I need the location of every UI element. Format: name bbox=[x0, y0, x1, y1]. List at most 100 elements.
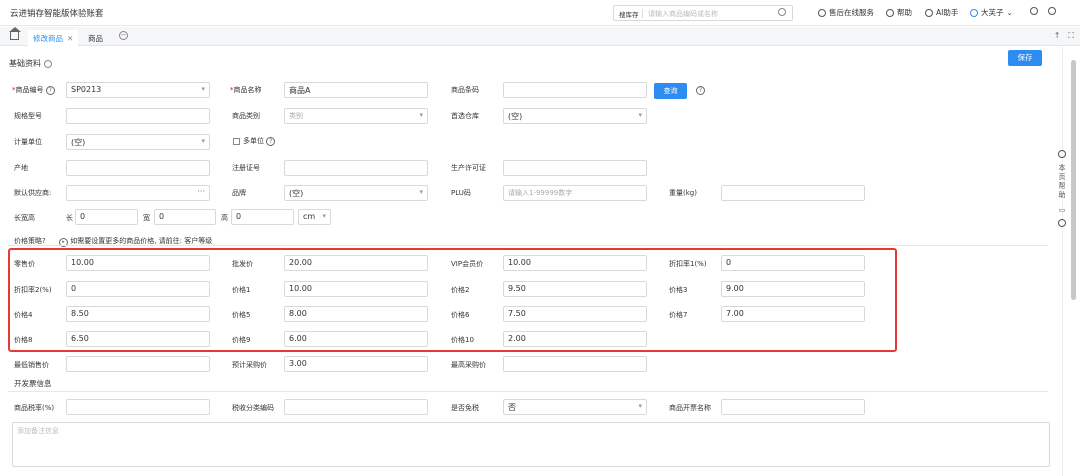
plu-label: PLU码 bbox=[451, 189, 471, 197]
price-input[interactable]: 0 bbox=[721, 255, 865, 271]
price-label: VIP会员价 bbox=[451, 260, 484, 268]
search-box[interactable]: 搜库存 请输入商品编码或名称 bbox=[613, 5, 793, 21]
dimension-unit-select[interactable]: cm bbox=[298, 209, 331, 225]
help-icon[interactable]: ? bbox=[696, 86, 705, 95]
price-input[interactable]: 8.50 bbox=[66, 306, 210, 322]
price-label: 价格6 bbox=[451, 311, 470, 319]
supplier-picker[interactable] bbox=[66, 185, 210, 201]
barcode-label: 商品条码 bbox=[451, 86, 479, 94]
close-circle-icon[interactable] bbox=[1058, 219, 1066, 227]
multi-unit-checkbox[interactable] bbox=[233, 138, 240, 145]
page-help[interactable]: 本页帮助 ▭ bbox=[1055, 150, 1069, 240]
settings-button[interactable] bbox=[1048, 7, 1056, 15]
price-input[interactable]: 0 bbox=[66, 281, 210, 297]
price-input[interactable]: 9.50 bbox=[503, 281, 647, 297]
multi-unit-label: 多单位 ? bbox=[243, 136, 276, 146]
tax-code-input[interactable] bbox=[284, 399, 428, 415]
close-icon[interactable]: ✕ bbox=[67, 34, 73, 43]
max-purchase-input[interactable] bbox=[503, 356, 647, 372]
query-button[interactable]: 查询 bbox=[654, 83, 687, 99]
tab-label: 修改商品 bbox=[33, 34, 63, 43]
spec-label: 规格型号 bbox=[14, 112, 42, 120]
price-input[interactable]: 7.50 bbox=[503, 306, 647, 322]
reg-input[interactable] bbox=[284, 160, 428, 176]
price-input[interactable]: 6.00 bbox=[284, 331, 428, 347]
ai-assistant-link[interactable]: AI助手 bbox=[925, 7, 958, 18]
weight-input[interactable] bbox=[721, 185, 865, 201]
price-input[interactable]: 9.00 bbox=[721, 281, 865, 297]
price-label: 折扣率1(%) bbox=[669, 260, 707, 268]
warehouse-select[interactable]: (空) bbox=[503, 108, 647, 124]
power-button[interactable] bbox=[1030, 7, 1038, 15]
price-label: 价格4 bbox=[14, 311, 33, 319]
origin-input[interactable] bbox=[66, 160, 210, 176]
user-menu[interactable]: 大芙子 ⌄ bbox=[970, 7, 1013, 18]
product-name-input[interactable]: 商品A bbox=[284, 82, 428, 98]
save-button[interactable]: 保存 bbox=[1008, 50, 1042, 66]
service-link[interactable]: 售后在线服务 bbox=[818, 7, 874, 18]
price-label: 价格10 bbox=[451, 336, 474, 344]
chat-icon[interactable]: ▭ bbox=[1055, 206, 1069, 215]
invoice-name-input[interactable] bbox=[721, 399, 865, 415]
search-library-select[interactable]: 搜库存 bbox=[619, 9, 639, 19]
price-input[interactable]: 20.00 bbox=[284, 255, 428, 271]
price-input[interactable]: 6.50 bbox=[66, 331, 210, 347]
min-sale-input[interactable] bbox=[66, 356, 210, 372]
invoice-title: 开发票信息 bbox=[14, 379, 52, 388]
price-label: 价格2 bbox=[451, 286, 470, 294]
compass-icon bbox=[886, 8, 894, 17]
info-icon[interactable]: ? bbox=[45, 86, 55, 95]
category-select[interactable]: 类别 bbox=[284, 108, 428, 124]
price-input[interactable]: 8.00 bbox=[284, 306, 428, 322]
price-label: 零售价 bbox=[14, 260, 35, 268]
est-purchase-label: 预计采购价 bbox=[232, 361, 267, 369]
tab-edit-product[interactable]: 修改商品 ✕ bbox=[28, 30, 79, 46]
unit-select[interactable]: (空) bbox=[66, 134, 210, 150]
help-link[interactable]: 帮助 bbox=[886, 7, 912, 18]
search-icon[interactable] bbox=[778, 8, 786, 16]
user-name: 大芙子 bbox=[981, 8, 1004, 17]
height-input[interactable]: 0 bbox=[231, 209, 294, 225]
home-icon[interactable] bbox=[9, 27, 21, 40]
est-purchase-input[interactable]: 3.00 bbox=[284, 356, 428, 372]
min-sale-label: 最低销售价 bbox=[14, 361, 49, 369]
arrow-up-icon[interactable]: ↑ bbox=[1054, 31, 1061, 41]
search-input[interactable]: 请输入商品编码或名称 bbox=[648, 9, 718, 19]
info-icon[interactable]: ? bbox=[266, 137, 276, 146]
ai-icon bbox=[925, 8, 933, 17]
bulb-icon bbox=[1058, 150, 1066, 158]
plu-input[interactable]: 请输入1-99999数字 bbox=[503, 185, 647, 201]
tab-tools: ↑ ⛶ bbox=[1054, 31, 1074, 41]
price-input[interactable]: 10.00 bbox=[503, 255, 647, 271]
barcode-input[interactable] bbox=[503, 82, 647, 98]
tax-rate-input[interactable] bbox=[66, 399, 210, 415]
collapse-icon[interactable] bbox=[44, 59, 52, 68]
height-label: 高 bbox=[221, 214, 228, 222]
product-name-label: *商品名称 bbox=[230, 86, 262, 94]
tax-exempt-select[interactable]: 否 bbox=[503, 399, 647, 415]
price-input[interactable]: 7.00 bbox=[721, 306, 865, 322]
tax-code-label: 税收分类编码 bbox=[232, 404, 274, 412]
brand-select[interactable]: (空) bbox=[284, 185, 428, 201]
form-content: 基础资料 保存 *商品编号 ? SP0213 *商品名称 商品A 商品条码 查询… bbox=[0, 47, 1062, 476]
price-input[interactable]: 10.00 bbox=[284, 281, 428, 297]
scrollbar[interactable] bbox=[1071, 60, 1076, 300]
price-input[interactable]: 10.00 bbox=[66, 255, 210, 271]
length-input[interactable]: 0 bbox=[75, 209, 138, 225]
expand-icon[interactable]: ⛶ bbox=[1068, 31, 1074, 41]
divider bbox=[8, 391, 1048, 392]
ai-label: AI助手 bbox=[936, 8, 959, 17]
remark-textarea[interactable]: 添加备注信息 bbox=[12, 422, 1050, 467]
license-input[interactable] bbox=[503, 160, 647, 176]
product-code-select[interactable]: SP0213 bbox=[66, 82, 210, 98]
tab-product[interactable]: 商品 bbox=[83, 30, 108, 46]
add-tab-icon[interactable]: − bbox=[119, 31, 128, 40]
width-input[interactable]: 0 bbox=[154, 209, 216, 225]
spec-input[interactable] bbox=[66, 108, 210, 124]
supplier-label: 默认供应商: bbox=[14, 189, 52, 197]
page-help-label: 本页帮助 bbox=[1058, 164, 1066, 199]
weight-label: 重量(kg) bbox=[669, 189, 697, 197]
price-input[interactable]: 2.00 bbox=[503, 331, 647, 347]
divider bbox=[8, 245, 1048, 246]
power-icon bbox=[1030, 7, 1038, 15]
